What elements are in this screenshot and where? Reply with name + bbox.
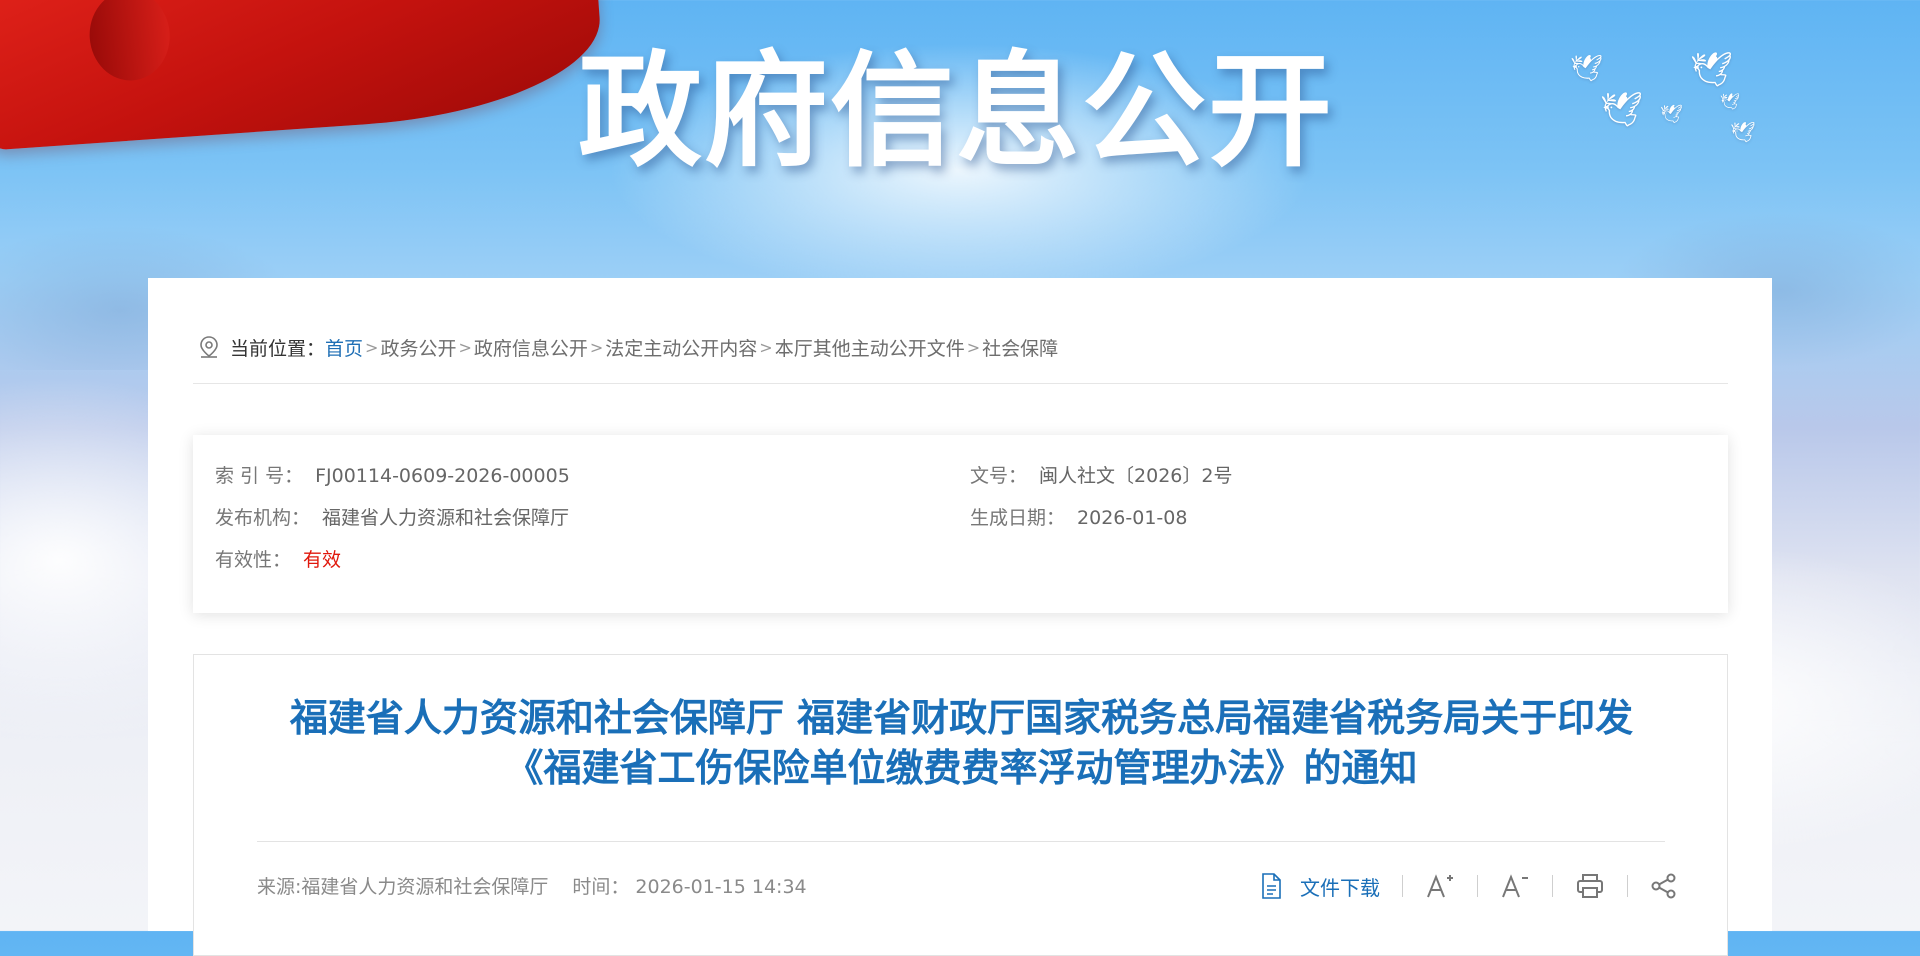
toolbar-divider: [1627, 875, 1628, 897]
article-time-value: 2026-01-15 14:34: [635, 876, 807, 898]
font-decrease-button[interactable]: [1500, 872, 1530, 900]
dove-icon: 🕊: [1600, 90, 1644, 130]
breadcrumb-home-link[interactable]: 首页: [325, 334, 363, 361]
breadcrumb-separator: >: [759, 337, 773, 357]
document-icon: [1262, 873, 1281, 899]
flag-fold: [86, 0, 173, 84]
article-container: 福建省人力资源和社会保障厅 福建省财政厅国家税务总局福建省税务局关于印发 《福建…: [193, 654, 1728, 956]
breadcrumb-separator: >: [458, 337, 472, 357]
breadcrumb-divider: [193, 383, 1728, 384]
meta-publisher-label: 发布机构：: [215, 507, 311, 529]
dove-icon: 🕊: [1570, 54, 1604, 84]
article-divider: [257, 841, 1665, 842]
doves-decoration: 🕊 🕊 🕊 🕊 🕊 🕊: [1560, 40, 1760, 150]
dove-icon: 🕊: [1720, 92, 1741, 111]
font-increase-button[interactable]: [1425, 872, 1455, 900]
font-increase-icon: [1427, 874, 1453, 898]
toolbar-divider: [1477, 875, 1478, 897]
print-icon: [1577, 874, 1603, 898]
article-time-label: 时间：: [572, 876, 630, 898]
breadcrumb-link-statutory[interactable]: 法定主动公开内容: [605, 334, 757, 361]
breadcrumb-link-gov-affairs[interactable]: 政务公开: [380, 334, 456, 361]
font-decrease-icon: [1502, 874, 1528, 898]
dove-icon: 🕊: [1660, 104, 1683, 125]
meta-date-label: 生成日期：: [970, 507, 1066, 529]
breadcrumb: 当前位置： 首页 > 政务公开 > 政府信息公开 > 法定主动公开内容 > 本厅…: [198, 334, 1058, 360]
content-panel: 当前位置： 首页 > 政务公开 > 政府信息公开 > 法定主动公开内容 > 本厅…: [148, 278, 1772, 956]
meta-doc-number: 文号： 闽人社文〔2026〕2号: [970, 461, 1232, 488]
share-button[interactable]: [1650, 872, 1678, 900]
print-button[interactable]: [1575, 872, 1605, 900]
breadcrumb-link-other-files[interactable]: 本厅其他主动公开文件: [775, 334, 965, 361]
meta-date: 生成日期： 2026-01-08: [970, 503, 1187, 530]
article-meta: 来源:福建省人力资源和社会保障厅 时间： 2026-01-15 14:34: [257, 872, 807, 899]
toolbar-divider: [1552, 875, 1553, 897]
breadcrumb-separator: >: [589, 337, 604, 357]
dove-icon: 🕊: [1730, 120, 1756, 144]
toolbar-divider: [1402, 875, 1403, 897]
meta-index-label: 索 引 号：: [215, 465, 304, 487]
breadcrumb-separator: >: [365, 337, 379, 357]
meta-index-number: 索 引 号： FJ00114-0609-2026-00005: [215, 461, 570, 488]
document-metadata-box: 索 引 号： FJ00114-0609-2026-00005 文号： 闽人社文〔20…: [193, 435, 1728, 613]
meta-doc-number-label: 文号：: [970, 465, 1028, 487]
meta-doc-number-value: 闽人社文〔2026〕2号: [1039, 465, 1233, 487]
breadcrumb-label: 当前位置：: [230, 337, 326, 360]
article-source: 来源:福建省人力资源和社会保障厅: [257, 876, 549, 898]
breadcrumb-link-gov-info[interactable]: 政府信息公开: [474, 334, 588, 361]
breadcrumb-link-social-security[interactable]: 社会保障: [982, 334, 1058, 361]
location-pin-icon: [200, 336, 218, 358]
banner-title: 政府信息公开: [578, 40, 1335, 184]
meta-validity: 有效性： 有效: [215, 545, 341, 572]
article-title: 福建省人力资源和社会保障厅 福建省财政厅国家税务总局福建省税务局关于印发 《福建…: [234, 693, 1689, 793]
file-download-label: 文件下载: [1300, 875, 1380, 900]
file-download-button[interactable]: 文件下载: [1260, 872, 1380, 901]
dove-icon: 🕊: [1690, 50, 1734, 90]
article-toolbar: 文件下载: [1260, 869, 1678, 903]
article-title-line-2: 《福建省工伤保险单位缴费费率浮动管理办法》的通知: [505, 746, 1418, 790]
meta-validity-label: 有效性：: [215, 549, 292, 571]
meta-publisher: 发布机构： 福建省人力资源和社会保障厅: [215, 503, 569, 530]
meta-publisher-value: 福建省人力资源和社会保障厅: [322, 507, 570, 529]
breadcrumb-separator: >: [966, 337, 981, 357]
meta-validity-value: 有效: [303, 549, 342, 571]
article-title-line-1: 福建省人力资源和社会保障厅 福建省财政厅国家税务总局福建省税务局关于印发: [289, 696, 1634, 740]
share-icon: [1651, 873, 1676, 899]
meta-index-value: FJ00114-0609-2026-00005: [315, 465, 570, 487]
meta-date-value: 2026-01-08: [1077, 507, 1188, 529]
